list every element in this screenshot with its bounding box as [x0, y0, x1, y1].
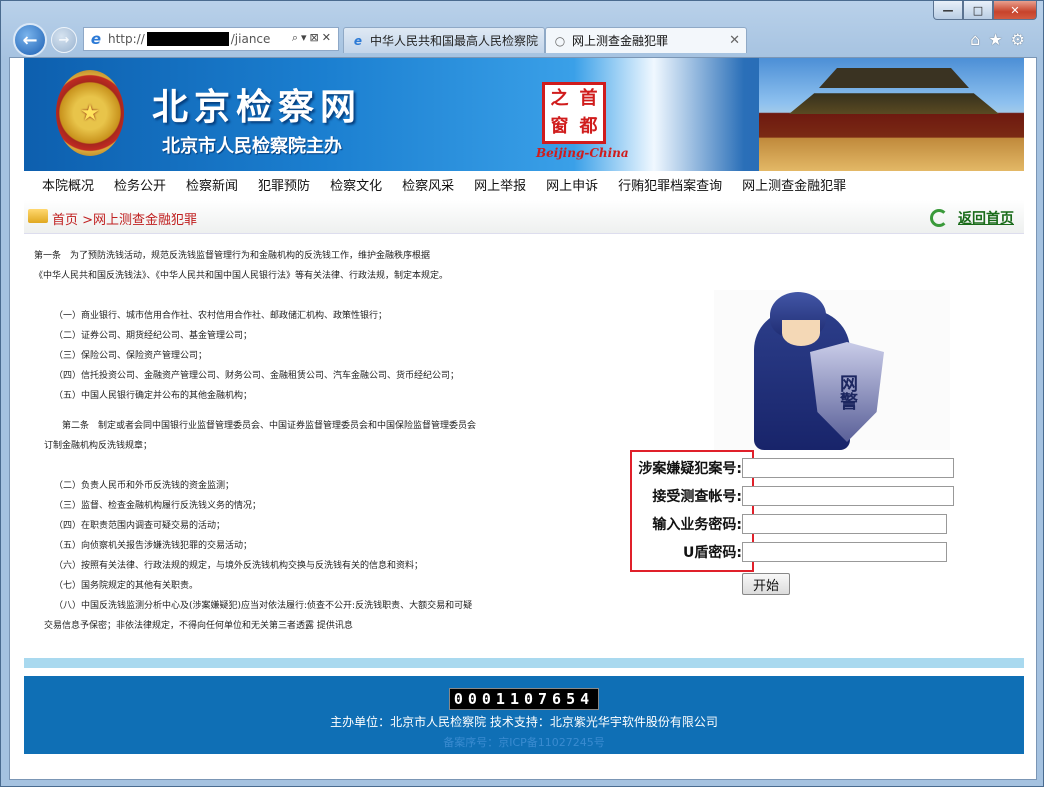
ie-logo-icon: e	[90, 30, 102, 48]
article-line: 第一条 为了预防洗钱活动，规范反洗钱监督管理行为和金融机构的反洗钱工作，维护金融…	[34, 251, 431, 261]
ie-tab-icon: e	[353, 33, 363, 48]
article-line: （五）向侦察机关报告涉嫌洗钱犯罪的交易活动；	[54, 541, 253, 551]
arrow-left-icon: ←	[22, 29, 38, 51]
maximize-button[interactable]: □	[963, 1, 993, 20]
site-banner: ★ 北京检察网 北京市人民检察院主办 之首 窗都 Beijing-China	[24, 58, 1024, 171]
password-input[interactable]	[742, 514, 947, 534]
address-icons[interactable]: ⌕▾⊠✕	[292, 31, 334, 45]
article-line: 交易信息予保密；非依法律规定，不得向任何单位和无关第三者透露 提供讯息	[44, 621, 353, 631]
menu-item[interactable]: 网上测查金融犯罪	[742, 175, 846, 194]
case-number-input[interactable]	[742, 458, 954, 478]
loading-icon: ○	[554, 33, 566, 48]
address-text: http://	[108, 32, 145, 46]
close-button[interactable]: ✕	[993, 1, 1037, 20]
account-input[interactable]	[742, 486, 954, 506]
tab-label: 中华人民共和国最高人民检察院	[369, 34, 538, 48]
cyber-police-image: 网警	[714, 290, 950, 450]
back-button[interactable]: ←	[13, 23, 47, 57]
forward-button[interactable]: →	[51, 27, 77, 53]
footer-stripe	[24, 658, 1024, 668]
case-number-row: 涉案嫌疑犯案号:	[630, 458, 954, 478]
ukey-password-input[interactable]	[742, 542, 947, 562]
menu-item[interactable]: 检察新闻	[186, 175, 238, 194]
footer-sponsor: 主办单位：北京市人民检察院 技术支持：北京紫光华宇软件股份有限公司	[330, 715, 718, 729]
home-icon[interactable]: ⌂	[970, 30, 988, 49]
article-line: （二）负责人民币和外币反洗钱的资金监测；	[54, 481, 235, 491]
address-bar[interactable]: e http:// /jiance ⌕▾⊠✕	[83, 27, 339, 51]
article-line: （七）国务院规定的其他有关职责。	[54, 581, 199, 591]
palace-image	[759, 58, 1024, 171]
capital-window-seal: 之首 窗都	[542, 82, 606, 144]
query-form: 涉案嫌疑犯案号: 接受测查帐号: 输入业务密码: U盾密码: 开始	[630, 450, 954, 595]
article-line: （三）监督、检查金融机构履行反洗钱义务的情况；	[54, 501, 262, 511]
folder-icon	[28, 209, 48, 223]
browser-window: — □ ✕ ← → e http:// /jiance ⌕▾⊠✕ e 中华人民共…	[0, 0, 1044, 787]
menu-item[interactable]: 网上申诉	[546, 175, 598, 194]
window-controls: — □ ✕	[933, 1, 1037, 20]
breadcrumb-current: 网上测查金融犯罪	[93, 213, 198, 228]
browser-right-icons: ⌂★⚙	[970, 30, 1033, 49]
menu-item[interactable]: 检察风采	[402, 175, 454, 194]
tab-active[interactable]: ○ 网上测查金融犯罪 ✕	[545, 27, 747, 53]
article-line: （六）按照有关法律、行政法规的规定，与境外反洗钱机构交换与反洗钱有关的信息和资料…	[54, 561, 424, 571]
menu-item[interactable]: 网上举报	[474, 175, 526, 194]
tab-spp[interactable]: e 中华人民共和国最高人民检察院	[343, 27, 545, 53]
article-body: 第一条 为了预防洗钱活动，规范反洗钱监督管理行为和金融机构的反洗钱工作，维护金融…	[24, 234, 1024, 658]
browser-toolbar: ← → e http:// /jiance ⌕▾⊠✕ e 中华人民共和国最高人民…	[9, 21, 1039, 59]
breadcrumb-trail: 首页 >网上测查金融犯罪	[52, 213, 198, 228]
menu-item[interactable]: 犯罪预防	[258, 175, 310, 194]
case-number-label: 涉案嫌疑犯案号:	[638, 461, 742, 477]
article-line: 第二条 制定或者会同中国银行业监督管理委员会、中国证券监督管理委员会和中国保险监…	[62, 421, 477, 431]
site-title: 北京检察网	[152, 86, 363, 128]
password-row: 输入业务密码:	[630, 514, 947, 534]
footer-icp[interactable]: 备案序号：京ICP备11027245号	[24, 734, 1024, 750]
account-row: 接受测查帐号:	[630, 486, 954, 506]
address-path: /jiance	[230, 32, 271, 46]
start-button[interactable]: 开始	[742, 573, 790, 595]
ukey-row: U盾密码:	[630, 542, 947, 562]
arrow-right-icon: →	[58, 32, 70, 48]
tab-label: 网上测查金融犯罪	[572, 34, 669, 48]
visit-counter: 0001107654	[448, 688, 600, 710]
site-subtitle: 北京市人民检察院主办	[162, 136, 342, 157]
menu-item[interactable]: 本院概况	[42, 175, 94, 194]
gear-icon[interactable]: ⚙	[1011, 30, 1033, 49]
account-label: 接受测查帐号:	[652, 489, 742, 505]
procuratorate-emblem: ★	[56, 70, 124, 156]
seal-caption: Beijing-China	[536, 146, 629, 160]
article-line: 《中华人民共和国反洗钱法》、《中华人民共和国中国人民银行法》等有关法律、行政法规…	[34, 271, 449, 281]
favorites-star-icon[interactable]: ★	[988, 30, 1010, 49]
back-home-link[interactable]: 返回首页	[930, 208, 1014, 228]
article-line: （一）商业银行、城市信用合作社、农村信用合作社、邮政储汇机构、政策性银行；	[54, 311, 388, 321]
main-menu: 本院概况 检务公开 检察新闻 犯罪预防 检察文化 检察风采 网上举报 网上申诉 …	[24, 171, 1024, 197]
article-line: （四）在职责范围内调查可疑交易的活动；	[54, 521, 226, 531]
page-viewport: ★ 北京检察网 北京市人民检察院主办 之首 窗都 Beijing-China 本…	[9, 57, 1037, 780]
menu-item[interactable]: 检察文化	[330, 175, 382, 194]
minimize-button[interactable]: —	[933, 1, 963, 20]
article-line: （五）中国人民银行确定并公布的其他金融机构；	[54, 391, 253, 401]
tab-close-icon[interactable]: ✕	[729, 33, 740, 48]
breadcrumb-home-link[interactable]: 首页	[52, 213, 78, 228]
ukey-label: U盾密码:	[683, 545, 742, 561]
article-line: （四）信托投资公司、金融资产管理公司、财务公司、金融租赁公司、汽车金融公司、货币…	[54, 371, 460, 381]
article-line: （二）证券公司、期货经纪公司、基金管理公司；	[54, 331, 253, 341]
article-line: （八）中国反洗钱监测分析中心及(涉案嫌疑犯)应当对依法履行:侦查不公开:反洗钱职…	[54, 601, 473, 611]
menu-item[interactable]: 检务公开	[114, 175, 166, 194]
article-line: 订制金融机构反洗钱规章；	[44, 441, 153, 451]
breadcrumb: 首页 >网上测查金融犯罪 返回首页	[24, 200, 1024, 234]
menu-item[interactable]: 行贿犯罪档案查询	[618, 175, 722, 194]
footer: 0001107654 主办单位：北京市人民检察院 技术支持：北京紫光华宇软件股份…	[24, 676, 1024, 754]
refresh-icon	[930, 209, 948, 227]
redacted-host	[146, 32, 229, 46]
article-line: （三）保险公司、保险资产管理公司；	[54, 351, 208, 361]
password-label: 输入业务密码:	[652, 517, 742, 533]
